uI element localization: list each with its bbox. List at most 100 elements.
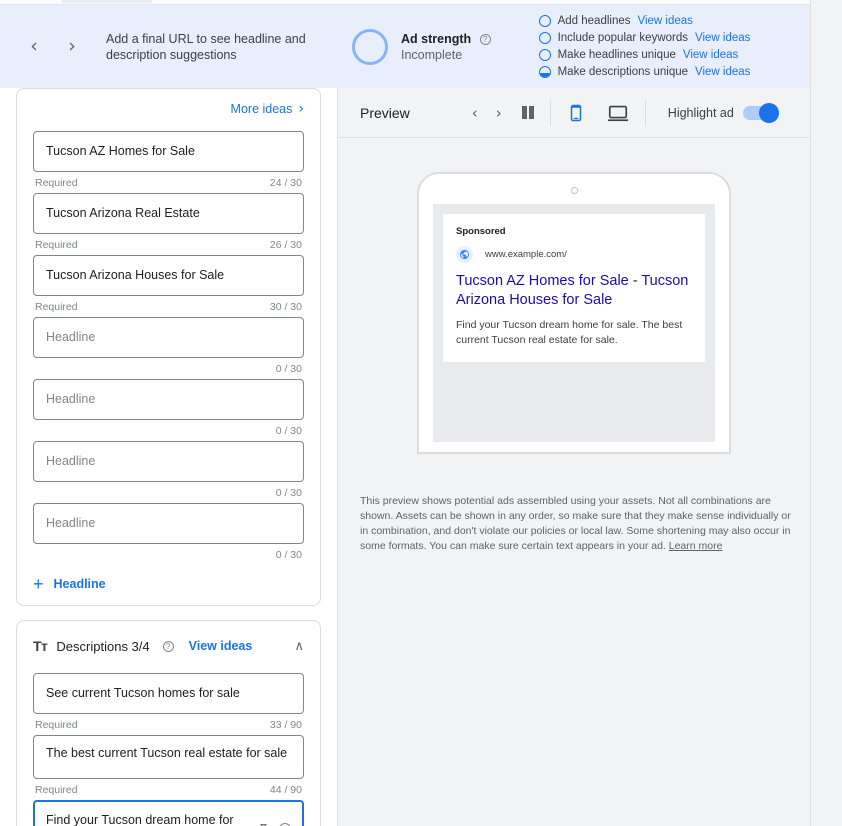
- toolbar-divider: [549, 99, 551, 126]
- view-ideas-link[interactable]: View ideas: [695, 32, 750, 44]
- view-ideas-link[interactable]: View ideas: [695, 66, 750, 78]
- preview-prev-button[interactable]: ‹: [472, 104, 478, 122]
- help-icon[interactable]: ?: [479, 33, 491, 45]
- mobile-device-icon[interactable]: [567, 102, 585, 124]
- preview-navigation: ‹ ›: [472, 104, 502, 122]
- plus-icon: +: [33, 574, 44, 594]
- more-ideas-link[interactable]: More ideas ›: [231, 101, 304, 117]
- character-count: 30 / 30: [269, 301, 302, 313]
- status-circle-icon: [538, 15, 551, 27]
- more-ideas-label: More ideas: [230, 102, 293, 116]
- checklist-label: Add headlines: [557, 15, 631, 27]
- clipped-element-above: [62, 0, 152, 3]
- add-headline-button[interactable]: + Headline: [33, 574, 304, 594]
- ad-strength-checklist: Add headlines View ideas Include popular…: [538, 15, 751, 78]
- ad-strength-block: Ad strength ? Incomplete: [352, 28, 491, 65]
- description-field: Find your Tucson dream home for sale ? 3…: [33, 800, 304, 826]
- character-count: 0 / 30: [275, 487, 302, 499]
- description-input[interactable]: The best current Tucson real estate for …: [33, 735, 304, 779]
- ad-strength-ring-icon: [352, 28, 388, 65]
- view-ideas-link[interactable]: View ideas: [189, 639, 253, 653]
- status-circle-half-icon: [538, 66, 551, 78]
- chevron-right-icon: ›: [298, 101, 304, 117]
- learn-more-link[interactable]: Learn more: [669, 540, 723, 552]
- headline-field: Headline 0 / 30: [33, 317, 304, 377]
- checklist-item: Make headlines unique View ideas: [538, 49, 751, 61]
- headline-input[interactable]: Tucson AZ Homes for Sale: [33, 131, 304, 172]
- headline-field: Tucson AZ Homes for Sale Required 24 / 3…: [33, 131, 304, 191]
- headline-field: Headline 0 / 30: [33, 379, 304, 439]
- ad-strength-title: Ad strength: [401, 31, 472, 46]
- character-count: 0 / 30: [275, 549, 302, 561]
- desktop-device-icon[interactable]: [607, 102, 629, 124]
- collapse-section-button[interactable]: ∧: [294, 639, 304, 654]
- text-format-icon: Tт: [33, 638, 48, 654]
- ad-strength-status: Incomplete: [401, 47, 463, 62]
- character-count: 0 / 30: [275, 363, 302, 375]
- headline-input[interactable]: Tucson Arizona Real Estate: [33, 193, 304, 234]
- highlight-ad-label: Highlight ad: [667, 105, 734, 120]
- description-input[interactable]: Find your Tucson dream home for sale ?: [33, 800, 304, 826]
- preview-toolbar: Preview ‹ › Highlight ad: [338, 88, 810, 138]
- required-label: Required: [35, 177, 78, 189]
- character-count: 44 / 90: [269, 784, 302, 796]
- ad-description-text: Find your Tucson dream home for sale. Th…: [456, 319, 683, 346]
- headline-field: Tucson Arizona Houses for Sale Required …: [33, 255, 304, 315]
- headline-input[interactable]: Tucson Arizona Houses for Sale: [33, 255, 304, 296]
- required-label: Required: [35, 239, 78, 251]
- preview-next-button[interactable]: ›: [496, 104, 502, 122]
- assets-panel: More ideas › Tucson AZ Homes for Sale Re…: [0, 88, 338, 826]
- ad-headline-text[interactable]: Tucson AZ Homes for Sale - Tucson Arizon…: [456, 272, 692, 310]
- status-circle-icon: [538, 49, 551, 61]
- required-label: Required: [35, 301, 78, 313]
- preview-panel: Preview ‹ › Highlight ad Sponsored www.e…: [338, 88, 810, 826]
- headline-input[interactable]: Headline: [33, 441, 304, 482]
- highlight-ad-toggle[interactable]: [742, 102, 779, 123]
- checklist-item: Make descriptions unique View ideas: [538, 66, 750, 78]
- mobile-device-frame: Sponsored www.example.com/ Tucson AZ Hom…: [417, 172, 731, 454]
- toolbar-divider: [644, 99, 646, 126]
- checklist-label: Make descriptions unique: [557, 66, 689, 78]
- preview-title: Preview: [360, 104, 410, 121]
- ad-display-url: www.example.com/: [485, 249, 567, 260]
- headlines-card-header: More ideas ›: [33, 89, 304, 129]
- descriptions-card: Tт Descriptions 3/4 ? View ideas ∧ See c…: [16, 620, 321, 826]
- headline-input[interactable]: Headline: [33, 379, 304, 420]
- headline-input[interactable]: Headline: [33, 503, 304, 544]
- headlines-card: More ideas › Tucson AZ Homes for Sale Re…: [16, 88, 321, 606]
- prev-suggestion-button[interactable]: ‹: [22, 35, 46, 59]
- character-count: 26 / 30: [269, 239, 302, 251]
- character-count: 0 / 30: [275, 425, 302, 437]
- required-label: Required: [35, 784, 78, 796]
- description-input-value: Find your Tucson dream home for sale: [46, 813, 234, 826]
- split-view-icon[interactable]: [521, 106, 534, 119]
- next-suggestion-button[interactable]: ›: [60, 35, 84, 59]
- description-input[interactable]: See current Tucson homes for sale: [33, 673, 304, 714]
- main-content: More ideas › Tucson AZ Homes for Sale Re…: [0, 88, 842, 826]
- add-headline-label: Headline: [53, 577, 106, 591]
- view-ideas-link[interactable]: View ideas: [638, 15, 693, 27]
- required-label: Required: [35, 719, 78, 731]
- checklist-item: Include popular keywords View ideas: [538, 32, 750, 44]
- ad-url-row: www.example.com/: [456, 246, 692, 263]
- headline-input[interactable]: Headline: [33, 317, 304, 358]
- help-icon[interactable]: ?: [162, 640, 174, 652]
- status-circle-icon: [538, 32, 551, 44]
- banner-message: Add a final URL to see headline and desc…: [106, 31, 306, 62]
- pin-icon[interactable]: [257, 823, 270, 826]
- right-gutter: [810, 0, 842, 826]
- character-count: 24 / 30: [269, 177, 302, 189]
- descriptions-title: Descriptions 3/4: [56, 638, 150, 654]
- view-ideas-link[interactable]: View ideas: [683, 49, 738, 61]
- headline-field: Tucson Arizona Real Estate Required 26 /…: [33, 193, 304, 253]
- headline-field: Headline 0 / 30: [33, 441, 304, 501]
- device-preview-area: Sponsored www.example.com/ Tucson AZ Hom…: [338, 138, 810, 454]
- device-camera-icon: [570, 187, 578, 194]
- preview-disclaimer: This preview shows potential ads assembl…: [360, 494, 794, 554]
- ad-preview-card: Sponsored www.example.com/ Tucson AZ Hom…: [443, 214, 705, 362]
- descriptions-card-header: Tт Descriptions 3/4 ? View ideas ∧: [33, 621, 304, 671]
- ad-strength-banner: ‹ › Add a final URL to see headline and …: [0, 4, 810, 88]
- description-field: See current Tucson homes for sale Requir…: [33, 673, 304, 733]
- checklist-label: Include popular keywords: [557, 32, 689, 44]
- banner-navigation: ‹ ›: [0, 35, 84, 59]
